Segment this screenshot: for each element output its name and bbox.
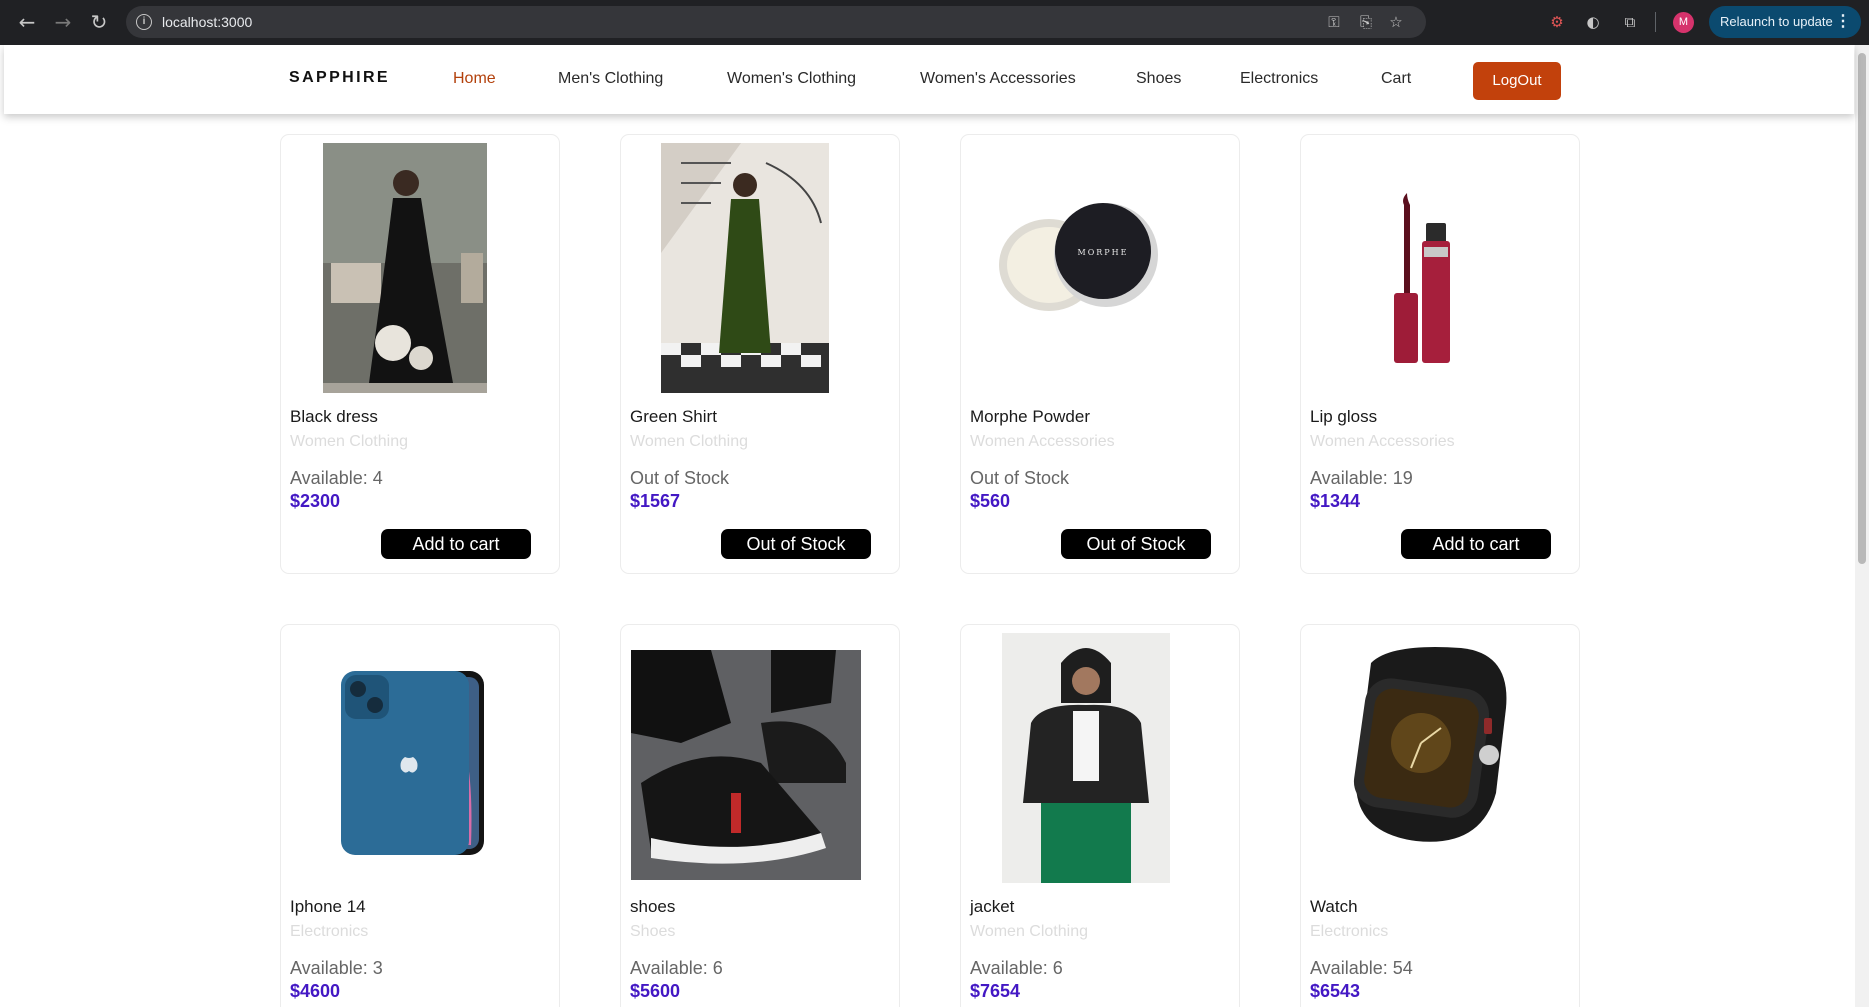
bookmark-star-icon[interactable]: ☆ (1386, 12, 1406, 32)
logout-button[interactable]: LogOut (1473, 62, 1561, 100)
product-name[interactable]: Lip gloss (1310, 407, 1377, 427)
menu-dots-icon[interactable]: ⋮ (1835, 6, 1851, 38)
site-navbar: SAPPHIRE Home Men's Clothing Women's Clo… (4, 45, 1854, 114)
extensions-puzzle-icon[interactable]: ⧉ (1619, 11, 1641, 33)
product-price: $1567 (630, 491, 681, 511)
product-price: $4600 (290, 981, 341, 1001)
powder-brand-label: MORPHE (1078, 248, 1129, 257)
product-stock: Available: 4 (290, 468, 383, 488)
nav-cart[interactable]: Cart (1381, 70, 1411, 88)
reload-icon[interactable]: ↻ (87, 10, 111, 34)
green-shirt-image (661, 143, 829, 393)
product-stock: Out of Stock (970, 468, 1070, 488)
nav-electronics[interactable]: Electronics (1240, 70, 1318, 88)
sneaker-image (631, 650, 861, 880)
extension-icon[interactable]: ◐ (1582, 11, 1604, 33)
out-of-stock-button[interactable]: Out of Stock (721, 529, 871, 559)
iphone-image (341, 671, 484, 855)
product-stock: Out of Stock (630, 468, 730, 488)
product-name[interactable]: Watch (1310, 897, 1358, 917)
product-category: Electronics (1310, 923, 1389, 940)
product-price: $2300 (290, 491, 341, 511)
site-info-icon[interactable]: i (136, 14, 152, 30)
product-card: shoes Shoes Available: 6 $5600 (620, 624, 900, 1007)
product-category: Women Accessories (1310, 433, 1455, 450)
nav-womens-clothing[interactable]: Women's Clothing (727, 70, 856, 88)
add-to-cart-button[interactable]: Add to cart (1401, 529, 1551, 559)
product-category: Women Clothing (290, 433, 408, 450)
product-category: Shoes (630, 923, 676, 940)
scrollbar-thumb[interactable] (1858, 53, 1866, 564)
product-category: Women Clothing (630, 433, 748, 450)
product-category: Women Accessories (970, 433, 1115, 450)
nav-womens-accessories[interactable]: Women's Accessories (920, 70, 1076, 88)
password-key-icon[interactable]: ⚿ (1324, 12, 1344, 32)
product-price: $1344 (1310, 491, 1361, 511)
product-name[interactable]: shoes (630, 897, 675, 917)
product-card: Black dress Women Clothing Available: 4 … (280, 134, 560, 574)
page-viewport: SAPPHIRE Home Men's Clothing Women's Clo… (0, 45, 1869, 1007)
product-name[interactable]: jacket (970, 897, 1014, 917)
page-scrollbar[interactable] (1855, 45, 1869, 1007)
url-text[interactable]: localhost:3000 (162, 14, 252, 30)
extension-icon[interactable]: ⚙ (1546, 11, 1568, 33)
nav-home[interactable]: Home (453, 70, 496, 88)
jacket-image (1002, 633, 1170, 883)
product-name[interactable]: Black dress (290, 407, 378, 427)
product-stock: Available: 6 (970, 958, 1063, 978)
nav-shoes[interactable]: Shoes (1136, 70, 1181, 88)
profile-avatar[interactable]: M (1673, 12, 1694, 33)
product-name[interactable]: Green Shirt (630, 407, 717, 427)
brand-logo[interactable]: SAPPHIRE (289, 69, 390, 87)
add-to-cart-button[interactable]: Add to cart (381, 529, 531, 559)
powder-compact-image: MORPHE (999, 203, 1158, 311)
relaunch-button[interactable]: Relaunch to update ⋮ (1709, 6, 1861, 38)
product-stock: Available: 6 (630, 958, 723, 978)
browser-toolbar: ← → ↻ i localhost:3000 ⚿ ⎘ ☆ ⚙ ◐ ⧉ M Rel… (0, 0, 1869, 45)
product-price: $7654 (970, 981, 1021, 1001)
product-stock: Available: 19 (1310, 468, 1413, 488)
product-card: Lip gloss Women Accessories Available: 1… (1300, 134, 1580, 574)
nav-mens-clothing[interactable]: Men's Clothing (558, 70, 663, 88)
back-arrow-icon[interactable]: ← (15, 10, 39, 34)
forward-arrow-icon[interactable]: → (51, 10, 75, 34)
smartwatch-image (1353, 647, 1507, 842)
product-stock: Available: 54 (1310, 958, 1413, 978)
product-price: $6543 (1310, 981, 1361, 1001)
black-dress-image (323, 143, 487, 393)
out-of-stock-button[interactable]: Out of Stock (1061, 529, 1211, 559)
product-stock: Available: 3 (290, 958, 383, 978)
product-card: Green Shirt Women Clothing Out of Stock … (620, 134, 900, 574)
product-card: jacket Women Clothing Available: 6 $7654 (960, 624, 1240, 1007)
product-category: Electronics (290, 923, 369, 940)
product-card: MORPHE Morphe Powder Women Accessories O… (960, 134, 1240, 574)
toolbar-divider (1655, 12, 1656, 32)
address-bar[interactable]: i localhost:3000 ⚿ ⎘ ☆ (126, 6, 1426, 38)
product-card: Iphone 14 Electronics Available: 3 $4600 (280, 624, 560, 1007)
product-price: $560 (970, 491, 1011, 511)
install-app-icon[interactable]: ⎘ (1356, 12, 1376, 32)
lip-gloss-image (1394, 193, 1450, 363)
product-name[interactable]: Iphone 14 (290, 897, 366, 917)
product-category: Women Clothing (970, 923, 1088, 940)
product-name[interactable]: Morphe Powder (970, 407, 1090, 427)
product-price: $5600 (630, 981, 681, 1001)
relaunch-label: Relaunch to update (1720, 14, 1833, 29)
product-card: Watch Electronics Available: 54 $6543 (1300, 624, 1580, 1007)
